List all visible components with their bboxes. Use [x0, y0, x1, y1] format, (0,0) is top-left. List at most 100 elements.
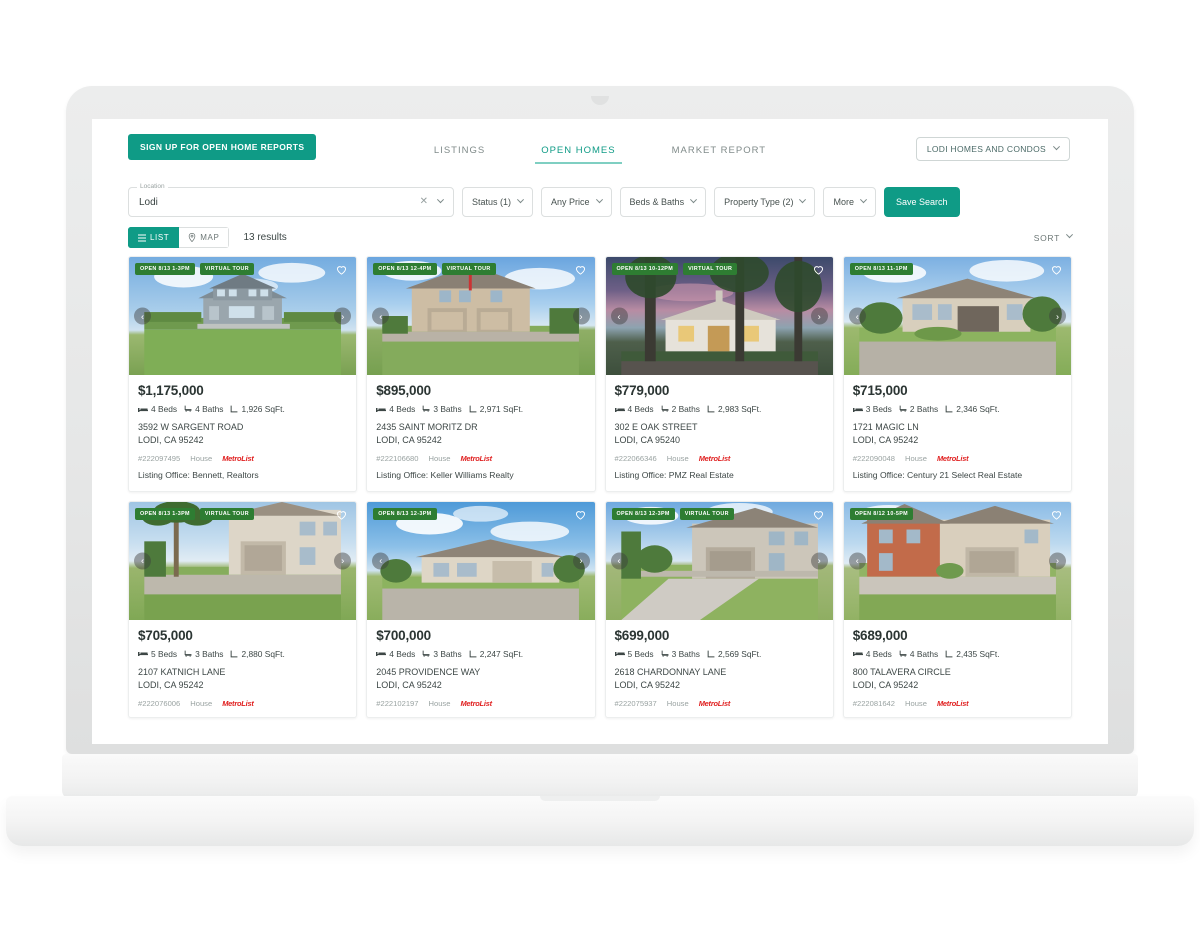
- photo-prev-arrow[interactable]: ‹: [848, 307, 866, 325]
- listing-badges: OPEN 8/13 1-3PM VIRTUAL TOUR: [135, 507, 255, 520]
- sort-dropdown[interactable]: SORT: [1034, 231, 1074, 243]
- listing-address-line1: 2107 KATNICH LANE: [138, 666, 226, 677]
- photo-prev-arrow[interactable]: ‹: [134, 552, 151, 570]
- listing-beds: 4 Beds: [376, 404, 415, 414]
- chevron-down-icon: [859, 195, 868, 203]
- favorite-button[interactable]: [1050, 263, 1063, 276]
- area-icon: [707, 405, 715, 413]
- favorite-button[interactable]: [574, 263, 587, 276]
- listing-card[interactable]: OPEN 8/13 1-3PM VIRTUAL TOUR ‹ › $705,000…: [128, 500, 358, 718]
- listing-address: 800 TALAVERA CIRCLE LODI, CA 95242: [853, 666, 1062, 692]
- view-list-button[interactable]: LIST: [128, 227, 180, 248]
- listing-badge: OPEN 8/13 1-3PM: [135, 263, 195, 275]
- listing-card[interactable]: OPEN 8/12 10-5PM ‹ › $689,000 4 Beds 4 B…: [842, 500, 1072, 718]
- listing-photo[interactable]: OPEN 8/13 12-3PM ‹ ›: [367, 501, 595, 620]
- photo-prev-arrow[interactable]: ‹: [372, 307, 390, 325]
- favorite-button[interactable]: [335, 263, 348, 276]
- favorite-heart-icon[interactable]: [1050, 263, 1063, 276]
- listing-photo[interactable]: OPEN 8/13 1-3PM VIRTUAL TOUR ‹ ›: [129, 501, 357, 620]
- listing-card[interactable]: OPEN 8/13 10-12PM VIRTUAL TOUR ‹ › $779,0…: [604, 256, 834, 492]
- location-input-wrapper[interactable]: Location Lodi ✕: [128, 183, 454, 217]
- filter-beds-baths-button[interactable]: Beds & Baths: [619, 187, 707, 217]
- listing-price: $895,000: [376, 383, 431, 398]
- clear-location-icon[interactable]: ✕: [420, 197, 428, 207]
- save-search-button[interactable]: Save Search: [883, 187, 960, 217]
- listing-property-type: House: [428, 698, 451, 708]
- filter-status-button[interactable]: Status (1): [462, 187, 534, 217]
- favorite-button[interactable]: [812, 508, 825, 521]
- listing-badge: OPEN 8/13 12-4PM: [373, 263, 437, 275]
- listing-specs: 4 Beds 2 Baths 2,983 SqFt.: [614, 404, 824, 414]
- tab-market-report[interactable]: MARKET REPORT: [666, 139, 772, 164]
- photo-prev-arrow[interactable]: ‹: [610, 307, 628, 325]
- listing-details: $699,000 5 Beds 3 Baths 2,569 SqFt. 2618…: [606, 620, 833, 717]
- listing-specs: 4 Beds 3 Baths 2,971 SqFt.: [376, 404, 585, 414]
- view-map-button[interactable]: MAP: [179, 227, 230, 248]
- filter-more-button[interactable]: More: [823, 187, 876, 217]
- listing-photo[interactable]: OPEN 8/13 11-1PM ‹ ›: [843, 257, 1071, 375]
- bed-icon: [852, 652, 863, 657]
- listing-sqft-label: 2,435 SqFt.: [956, 648, 1000, 659]
- tab-listings[interactable]: LISTINGS: [428, 139, 491, 164]
- photo-next-arrow[interactable]: ›: [334, 307, 352, 325]
- browser-screen: SIGN UP FOR OPEN HOME REPORTS LODI HOMES…: [92, 119, 1108, 744]
- listing-address: 2618 CHARDONNAY LANE LODI, CA 95242: [615, 666, 824, 692]
- listing-meta: #222066346 House MetroList: [615, 454, 824, 463]
- area-icon: [469, 650, 477, 658]
- photo-next-arrow[interactable]: ›: [810, 307, 828, 325]
- tab-market-report-label: MARKET REPORT: [671, 145, 767, 156]
- filter-property-type-button[interactable]: Property Type (2): [714, 187, 816, 217]
- photo-next-arrow[interactable]: ›: [572, 552, 590, 570]
- listing-address-line1: 3592 W SARGENT ROAD: [138, 422, 244, 432]
- favorite-button[interactable]: [1050, 508, 1063, 521]
- favorite-button[interactable]: [812, 263, 825, 276]
- listing-property-type: House: [904, 454, 927, 464]
- photo-prev-arrow[interactable]: ‹: [372, 552, 390, 570]
- location-input[interactable]: Lodi: [139, 197, 158, 208]
- metrolist-logo: MetroList: [460, 698, 492, 708]
- listing-photo[interactable]: OPEN 8/12 10-5PM ‹ ›: [843, 501, 1071, 620]
- favorite-heart-icon[interactable]: [574, 508, 587, 521]
- listing-address: 2107 KATNICH LANE LODI, CA 95242: [138, 666, 347, 692]
- photo-next-arrow[interactable]: ›: [334, 552, 352, 570]
- listing-property-type: House: [190, 698, 213, 708]
- photo-next-arrow[interactable]: ›: [810, 552, 828, 570]
- listing-photo[interactable]: OPEN 8/13 1-3PM VIRTUAL TOUR ‹ ›: [129, 257, 357, 375]
- listing-card[interactable]: OPEN 8/13 12-4PM VIRTUAL TOUR ‹ › $895,00…: [366, 256, 596, 492]
- favorite-heart-icon[interactable]: [335, 263, 348, 276]
- favorite-heart-icon[interactable]: [812, 263, 825, 276]
- bed-icon: [614, 407, 625, 412]
- favorite-button[interactable]: [574, 508, 587, 521]
- area-select-dropdown[interactable]: LODI HOMES AND CONDOS: [915, 137, 1070, 161]
- filter-price-button[interactable]: Any Price: [541, 187, 612, 217]
- favorite-heart-icon[interactable]: [812, 508, 825, 521]
- listing-photo[interactable]: OPEN 8/13 12-4PM VIRTUAL TOUR ‹ ›: [367, 257, 595, 375]
- listing-badge: OPEN 8/13 12-3PM: [611, 507, 675, 520]
- listing-photo[interactable]: OPEN 8/13 10-12PM VIRTUAL TOUR ‹ ›: [605, 257, 833, 375]
- listing-card[interactable]: OPEN 8/13 1-3PM VIRTUAL TOUR ‹ › $1,175,0…: [128, 256, 358, 492]
- photo-prev-arrow[interactable]: ‹: [610, 552, 628, 570]
- photo-prev-arrow[interactable]: ‹: [134, 307, 151, 325]
- listing-card[interactable]: OPEN 8/13 12-3PM VIRTUAL TOUR ‹ › $699,00…: [604, 500, 834, 718]
- favorite-heart-icon[interactable]: [335, 508, 348, 521]
- listing-baths-label: 4 Baths: [195, 404, 224, 414]
- photo-next-arrow[interactable]: ›: [1049, 552, 1066, 570]
- listing-card[interactable]: OPEN 8/13 12-3PM ‹ › $700,000 4 Beds 3 B…: [366, 500, 596, 718]
- chevron-down-icon[interactable]: [436, 195, 445, 203]
- listing-meta: #222097495 House MetroList: [138, 454, 347, 463]
- photo-next-arrow[interactable]: ›: [572, 307, 590, 325]
- map-pin-icon: [189, 233, 196, 242]
- photo-prev-arrow[interactable]: ‹: [848, 552, 866, 570]
- listing-badge: VIRTUAL TOUR: [199, 263, 255, 275]
- listing-photo[interactable]: OPEN 8/13 12-3PM VIRTUAL TOUR ‹ ›: [605, 501, 833, 620]
- tab-open-homes[interactable]: OPEN HOMES: [535, 139, 623, 164]
- favorite-button[interactable]: [335, 508, 348, 521]
- photo-next-arrow[interactable]: ›: [1049, 307, 1066, 325]
- favorite-heart-icon[interactable]: [1050, 508, 1063, 521]
- listing-address-line2: LODI, CA 95242: [138, 435, 204, 446]
- listing-card[interactable]: OPEN 8/13 11-1PM ‹ › $715,000 3 Beds 2 B…: [842, 256, 1072, 492]
- signup-open-home-reports-button[interactable]: SIGN UP FOR OPEN HOME REPORTS: [128, 134, 317, 160]
- chevron-down-icon: [799, 195, 807, 203]
- listing-beds-label: 4 Beds: [389, 404, 416, 414]
- favorite-heart-icon[interactable]: [574, 263, 587, 276]
